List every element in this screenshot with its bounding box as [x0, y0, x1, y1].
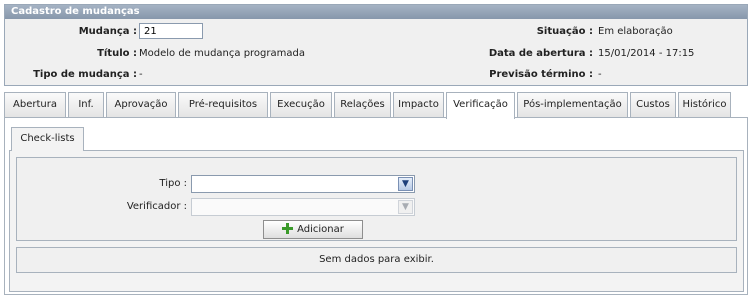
mudanca-label: Mudança :	[78, 26, 137, 37]
tab-impacto[interactable]: Impacto	[393, 92, 444, 117]
verificador-label: Verificador :	[126, 201, 187, 212]
tab-pre-requisitos[interactable]: Pré-requisitos	[178, 92, 268, 117]
data-abertura-value: 15/01/2014 - 17:15	[598, 48, 695, 59]
previsao-termino-label: Previsão término :	[489, 69, 593, 80]
tab-execucao[interactable]: Execução	[270, 92, 332, 117]
adicionar-button[interactable]: Adicionar	[263, 220, 363, 239]
chevron-down-icon[interactable]: ▼	[398, 177, 413, 191]
empty-message: Sem dados para exibir.	[16, 247, 737, 273]
verificacao-tab-content: Check-lists Tipo : ▼ Verificador : ▼ Adi…	[4, 117, 748, 295]
data-abertura-label: Data de abertura :	[488, 48, 593, 59]
tipo-label: Tipo :	[159, 178, 187, 189]
panel-title: Cadastro de mudanças	[5, 5, 747, 19]
tab-historico[interactable]: Histórico	[678, 92, 731, 117]
tab-pos-implementacao[interactable]: Pós-implementação	[517, 92, 628, 117]
subtab-check-lists[interactable]: Check-lists	[11, 127, 84, 151]
tipo-mudanca-label: Tipo de mudança :	[33, 69, 137, 80]
tipo-mudanca-value: -	[139, 69, 143, 80]
change-header-panel: Cadastro de mudanças Mudança : Título : …	[4, 4, 748, 86]
titulo-label: Título :	[97, 48, 137, 59]
titulo-value: Modelo de mudança programada	[139, 48, 305, 59]
tab-custos[interactable]: Custos	[630, 92, 676, 117]
verificador-select[interactable]: ▼	[191, 198, 415, 216]
check-list-form: Tipo : ▼ Verificador : ▼ Adicionar	[16, 157, 737, 241]
check-lists-content: Tipo : ▼ Verificador : ▼ Adicionar Sem d…	[9, 150, 744, 292]
tab-relacoes[interactable]: Relações	[334, 92, 391, 117]
situacao-label: Situação :	[536, 26, 593, 37]
tipo-select[interactable]: ▼	[191, 175, 415, 193]
chevron-down-icon: ▼	[398, 200, 413, 214]
tab-abertura[interactable]: Abertura	[4, 92, 66, 117]
adicionar-button-label: Adicionar	[297, 224, 344, 235]
tab-aprovacao[interactable]: Aprovação	[106, 92, 176, 117]
situacao-value: Em elaboração	[598, 26, 673, 37]
tab-verificacao[interactable]: Verificação	[446, 92, 515, 119]
plus-icon	[282, 223, 294, 234]
mudanca-field[interactable]	[139, 23, 203, 39]
previsao-termino-value: -	[598, 69, 602, 80]
tab-inf[interactable]: Inf.	[68, 92, 104, 117]
